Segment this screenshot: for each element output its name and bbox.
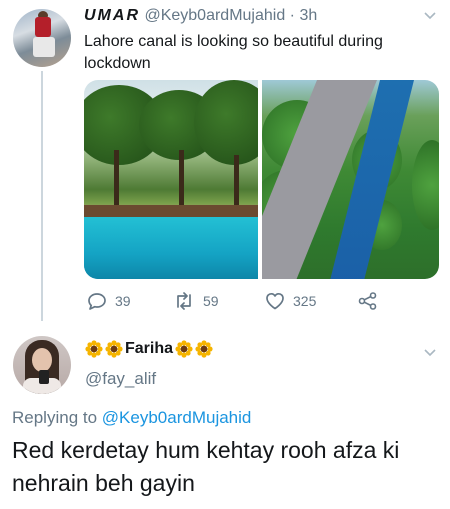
timestamp[interactable]: 3h [299,7,317,24]
user-handle[interactable]: @Keyb0ardMujahid [144,7,285,24]
display-name[interactable]: UMAR [84,7,140,24]
reply-icon[interactable] [87,292,107,310]
reply-user-handle[interactable]: @fay_alif [85,369,156,389]
like-icon[interactable] [265,292,285,310]
chevron-down-icon[interactable] [423,11,437,21]
sunflower-icon [175,340,193,358]
like-count: 325 [293,293,317,309]
sunflower-icon [195,340,213,358]
retweet-icon[interactable] [173,292,195,310]
retweet-count: 59 [203,293,219,309]
reply-avatar[interactable] [13,336,71,394]
tweet-text: Lahore canal is looking so beautiful dur… [84,33,383,72]
retweet-action[interactable]: 59 [173,290,219,312]
replying-mention-link[interactable]: @Keyb0ardMujahid [102,408,252,427]
media-image-aerial-canal[interactable] [262,80,439,279]
replying-prefix: Replying to [12,408,98,427]
sunflower-icon [105,340,123,358]
avatar-figure-legs [33,37,55,57]
reply-text: Red kerdetay hum kehtay rooh afza ki neh… [12,437,400,496]
avatar-figure-body [35,17,51,37]
replying-to: Replying to @Keyb0ardMujahid [12,408,251,428]
thread-line [41,71,43,321]
media-image-canal-trees[interactable] [84,80,258,279]
share-action[interactable] [358,290,378,312]
share-icon[interactable] [358,292,378,310]
reply-action[interactable]: 39 [87,290,131,312]
reply-count: 39 [115,293,131,309]
tweet-header: UMAR @Keyb0ardMujahid · 3h [84,7,317,25]
separator-dot: · [289,7,295,24]
reply-display-name[interactable]: Fariha [85,340,213,358]
sunflower-icon [85,340,103,358]
tweet-media[interactable] [84,80,439,279]
original-tweet[interactable]: UMAR @Keyb0ardMujahid · 3h Lahore canal … [0,0,450,321]
reply-name-text[interactable]: Fariha [125,340,173,358]
chevron-down-icon[interactable] [423,348,437,358]
like-action[interactable]: 325 [265,290,316,312]
avatar[interactable] [13,9,71,67]
